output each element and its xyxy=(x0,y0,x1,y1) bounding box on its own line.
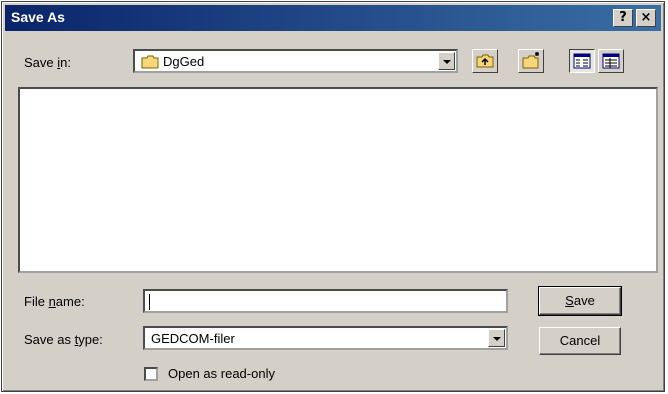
folder-icon xyxy=(141,55,159,69)
text-caret xyxy=(149,294,150,310)
up-one-level-icon xyxy=(476,54,494,68)
cancel-button[interactable]: Cancel xyxy=(539,327,621,355)
save-as-type-value: GEDCOM-filer xyxy=(151,331,235,346)
save-in-dropdown-button[interactable] xyxy=(438,52,455,70)
save-in-value: DgGed xyxy=(163,54,205,69)
file-name-label: File name: xyxy=(24,294,85,309)
create-new-folder-icon xyxy=(522,52,539,69)
save-in-label: Save in: xyxy=(24,55,71,70)
open-read-only-label[interactable]: Open as read-only xyxy=(168,366,275,381)
list-view-button[interactable] xyxy=(569,49,595,73)
save-in-dropdown[interactable]: DgGed xyxy=(133,49,458,73)
open-read-only-checkbox[interactable] xyxy=(144,367,158,381)
up-one-level-button[interactable] xyxy=(472,49,498,73)
help-button[interactable]: ? xyxy=(613,9,633,27)
close-button[interactable]: × xyxy=(636,9,656,27)
file-name-input[interactable] xyxy=(143,289,508,313)
save-button[interactable]: Save xyxy=(538,286,622,316)
title-bar[interactable]: Save As ? × xyxy=(5,5,661,31)
window-title: Save As xyxy=(11,9,65,25)
save-as-type-dropdown[interactable]: GEDCOM-filer xyxy=(143,326,508,350)
list-view-icon xyxy=(573,53,591,69)
file-list[interactable] xyxy=(18,87,658,273)
save-as-type-dropdown-button[interactable] xyxy=(488,329,505,347)
details-view-button[interactable] xyxy=(598,49,624,73)
close-icon: × xyxy=(640,10,652,25)
save-as-type-label: Save as type: xyxy=(24,332,103,347)
save-as-dialog: Save As ? × Save in: DgGed File name: Sa… xyxy=(1,1,665,392)
create-new-folder-button[interactable] xyxy=(518,49,544,73)
details-view-icon xyxy=(602,53,620,69)
help-icon: ? xyxy=(619,10,627,25)
